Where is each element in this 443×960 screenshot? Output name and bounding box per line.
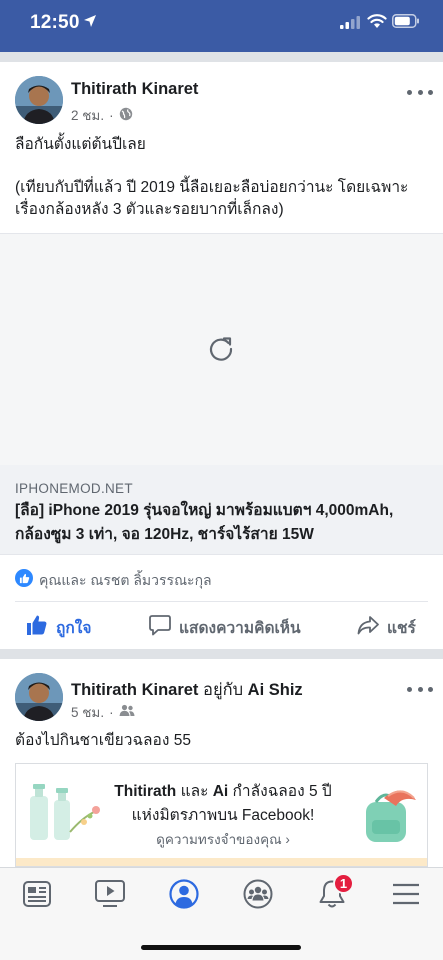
- status-time: 12:50: [30, 12, 80, 33]
- tab-groups[interactable]: [240, 879, 276, 914]
- post-author-name[interactable]: Thitirath Kinaret: [71, 80, 198, 99]
- backpack-illustration-icon: [358, 782, 418, 851]
- share-arrow-icon: [357, 614, 379, 641]
- post-meta: 2 ชม. ·: [71, 104, 133, 126]
- link-title[interactable]: [ลือ] iPhone 2019 รุ่นจอใหญ่ มาพร้อมแบตฯ…: [15, 499, 433, 547]
- meta-separator: ·: [109, 704, 114, 720]
- wifi-icon: [367, 13, 387, 34]
- like-button[interactable]: ถูกใจ: [26, 613, 91, 641]
- see-memories-label: ดูความทรงจำของคุณ: [156, 832, 282, 847]
- tab-news-feed[interactable]: [19, 880, 55, 912]
- loading-spinner-icon: [206, 334, 236, 369]
- action-divider: [15, 601, 428, 602]
- memory-and: และ: [180, 783, 209, 800]
- post-options-button[interactable]: [407, 682, 433, 696]
- memory-name-1: Thitirath: [114, 783, 177, 800]
- reactions-summary[interactable]: คุณและ ณรชต ลิ้มวรรณะกุล: [39, 570, 212, 592]
- comment-icon: [149, 614, 171, 641]
- groups-icon: [243, 879, 273, 914]
- feed-separator: [0, 52, 443, 62]
- see-memories-link[interactable]: ดูความทรงจำของคุณ ›: [110, 828, 336, 850]
- meta-separator: ·: [109, 107, 114, 123]
- comment-button-label: แสดงความคิดเห็น: [179, 619, 301, 637]
- post-meta: 5 ชม. ·: [71, 701, 135, 723]
- author-avatar[interactable]: [15, 673, 63, 721]
- post-text-line-2: (เทียบกับปีที่แล้ว ปี 2019 นี้ลือเยอะลือ…: [15, 179, 409, 218]
- memory-name-2: Ai: [212, 783, 229, 800]
- watch-icon: [95, 879, 125, 913]
- home-indicator[interactable]: [141, 945, 301, 950]
- share-button[interactable]: แชร์: [357, 613, 416, 641]
- tab-menu[interactable]: [388, 880, 424, 912]
- status-bar: 12:50: [0, 0, 443, 52]
- post-text-line-1: ลือกันตั้งแต่ต้นปีเลย: [15, 136, 146, 153]
- memory-message: Thitirath และ Ai กำลังฉลอง 5 ปีแห่งมิตรภ…: [110, 780, 336, 828]
- share-button-label: แชร์: [387, 619, 416, 637]
- post-options-button[interactable]: [407, 85, 433, 99]
- cellular-signal-icon: [340, 16, 360, 34]
- battery-icon: [392, 14, 420, 33]
- feed-separator: [0, 649, 443, 659]
- friends-audience-icon: [119, 704, 135, 720]
- like-button-label: ถูกใจ: [56, 619, 92, 637]
- link-domain: IPHONEMOD.NET: [15, 481, 133, 496]
- location-arrow-icon: [83, 14, 97, 33]
- bottles-illustration-icon: [26, 782, 102, 849]
- thumbs-up-icon: [26, 614, 48, 641]
- post-timestamp[interactable]: 2 ชม.: [71, 104, 104, 126]
- menu-icon: [392, 882, 420, 911]
- profile-icon: [169, 878, 199, 914]
- post-author-name[interactable]: Thitirath Kinaret: [71, 681, 198, 699]
- comment-button[interactable]: แสดงความคิดเห็น: [149, 613, 301, 641]
- news-feed-icon: [23, 880, 51, 912]
- tagged-friend-name[interactable]: Ai Shiz: [248, 681, 303, 699]
- tab-watch[interactable]: [92, 879, 128, 913]
- memory-card-footer-strip: [16, 858, 427, 866]
- chevron-right-icon: ›: [285, 832, 290, 847]
- with-label: อยู่กับ: [203, 681, 244, 699]
- post-timestamp[interactable]: 5 ชม.: [71, 701, 104, 723]
- post-text: ต้องไปกินชาเขียวฉลอง 55: [15, 732, 191, 749]
- post-author-line: Thitirath Kinaret อยู่กับ Ai Shiz: [71, 677, 303, 703]
- author-avatar[interactable]: [15, 76, 63, 124]
- friendship-memory-card[interactable]: Thitirath และ Ai กำลังฉลอง 5 ปีแห่งมิตรภ…: [15, 763, 428, 867]
- tab-profile[interactable]: [166, 878, 202, 914]
- notification-count-badge: 1: [333, 873, 354, 894]
- globe-icon: [119, 107, 133, 124]
- like-reaction-icon[interactable]: [15, 569, 33, 587]
